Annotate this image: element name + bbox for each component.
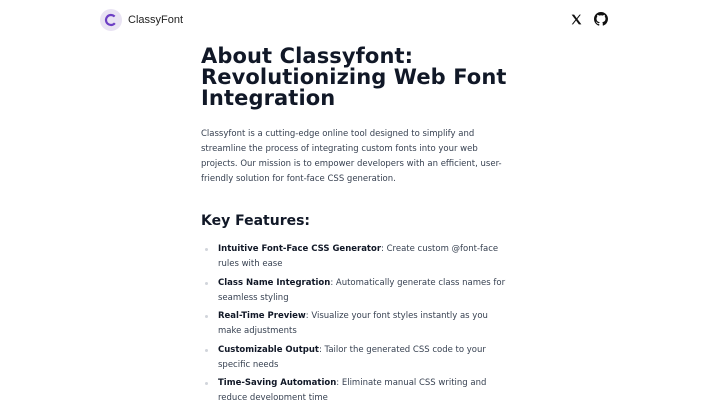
site-header: ClassyFont <box>0 0 711 40</box>
classyfont-logo-icon <box>100 9 122 31</box>
feature-item: Class Name Integration: Automatically ge… <box>201 276 511 306</box>
features-list: Intuitive Font-Face CSS Generator: Creat… <box>201 242 521 400</box>
feature-item: Customizable Output: Tailor the generate… <box>201 343 511 373</box>
feature-item: Time-Saving Automation: Eliminate manual… <box>201 376 511 400</box>
github-icon[interactable] <box>593 11 609 27</box>
feature-item: Real-Time Preview: Visualize your font s… <box>201 309 511 339</box>
page-title: About Classyfont: Revolutionizing Web Fo… <box>201 46 521 109</box>
title-line: Integration <box>201 86 336 110</box>
brand-link[interactable]: ClassyFont <box>100 9 183 31</box>
intro-paragraph: Classyfont is a cutting-edge online tool… <box>201 129 502 184</box>
feature-name: Class Name Integration <box>218 277 331 288</box>
feature-item: Intuitive Font-Face CSS Generator: Creat… <box>201 242 511 272</box>
x-icon[interactable] <box>568 11 584 27</box>
feature-name: Real-Time Preview <box>218 311 306 321</box>
brand-name: ClassyFont <box>128 14 184 26</box>
feature-name: Intuitive Font-Face CSS Generator <box>218 244 382 254</box>
main-content: About Classyfont: Revolutionizing Web Fo… <box>201 46 521 400</box>
key-features-heading: Key Features: <box>201 213 311 229</box>
feature-name: Time-Saving Automation <box>218 378 337 388</box>
feature-name: Customizable Output <box>218 344 319 355</box>
